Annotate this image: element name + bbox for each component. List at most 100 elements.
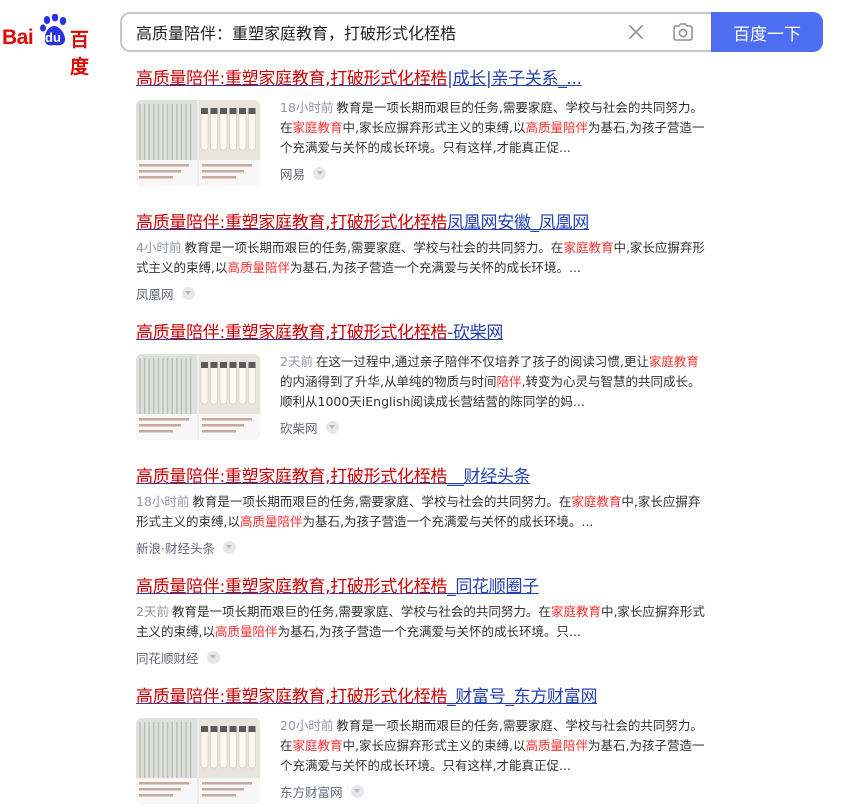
search-result: 高质量陪伴:重塑家庭教育,打破形式化桎梏_同花顺圈子 2天前 教育是一项长期而艰巨的… <box>136 574 706 666</box>
snippet-keyword: 家庭教育 <box>292 120 343 135</box>
logo-text-cn: 百度 <box>70 29 90 78</box>
chevron-down-icon[interactable] <box>181 286 195 300</box>
result-body: 18小时前 教育是一项长期而艰巨的任务,需要家庭、学校与社会的共同努力。在家庭教育… <box>136 98 706 186</box>
snippet-keyword: 家庭教育 <box>292 738 343 753</box>
snippet-text: 中,家长应摒弃形式主义的束缚,以 <box>342 738 526 753</box>
snippet-keyword: 高质量陪伴 <box>227 260 290 275</box>
search-result: 高质量陪伴:重塑家庭教育,打破形式化桎梏-砍柴网 2天前 在这一过程中,通过亲子陪伴… <box>136 320 706 440</box>
result-title-link[interactable]: 高质量陪伴:重塑家庭教育,打破形式化桎梏-砍柴网 <box>136 320 706 346</box>
snippet-text: 为基石,为孩子营造一个充满爱与关怀的成长环境。... <box>290 260 581 275</box>
result-source: 凤凰网 <box>136 284 706 302</box>
result-text: 20小时前 教育是一项长期而艰巨的任务,需要家庭、学校与社会的共同努力。在家庭教育… <box>280 716 706 804</box>
snippet-text: 的内涵得到了升华,从单纯的物质与时间 <box>280 374 497 389</box>
chevron-down-icon[interactable] <box>222 540 236 554</box>
result-text: 18小时前 教育是一项长期而艰巨的任务,需要家庭、学校与社会的共同努力。在家庭教育… <box>136 492 706 556</box>
result-snippet: 18小时前 教育是一项长期而艰巨的任务,需要家庭、学校与社会的共同努力。在家庭教育… <box>136 492 706 532</box>
result-time: 18小时前 <box>280 100 334 115</box>
camera-icon[interactable] <box>672 22 694 42</box>
thumbnail-graphic <box>136 354 260 440</box>
snippet-keyword: 高质量陪伴 <box>214 624 278 639</box>
snippet-keyword: 家庭教育 <box>571 494 622 509</box>
result-body: 2天前 教育是一项长期而艰巨的任务,需要家庭、学校与社会的共同努力。在家庭教育中,… <box>136 602 706 666</box>
result-source: 网易 <box>280 164 706 182</box>
result-title-link[interactable]: 高质量陪伴:重塑家庭教育,打破形式化桎梏__财经头条 <box>136 464 706 490</box>
logo-text-bai: Bai <box>2 26 34 49</box>
result-title-link[interactable]: 高质量陪伴:重塑家庭教育,打破形式化桎梏_财富号_东方财富网 <box>136 684 706 710</box>
result-title-link[interactable]: 高质量陪伴:重塑家庭教育,打破形式化桎梏凤凰网安徽_凤凰网 <box>136 210 706 236</box>
result-source-name[interactable]: 砍柴网 <box>280 418 318 437</box>
result-thumbnail[interactable] <box>136 354 260 440</box>
result-source-name[interactable]: 凤凰网 <box>136 284 174 303</box>
thumbnail-graphic <box>136 718 260 804</box>
search-button[interactable]: 百度一下 <box>711 12 823 52</box>
snippet-keyword: 高质量陪伴 <box>525 120 588 135</box>
snippet-text: 教育是一项长期而艰巨的任务,需要家庭、学校与社会的共同努力。在 <box>184 240 564 255</box>
snippet-text: 为基石,为孩子营造一个充满爱与关怀的成长环境。只... <box>277 624 581 639</box>
result-snippet: 4小时前 教育是一项长期而艰巨的任务,需要家庭、学校与社会的共同努力。在家庭教育中… <box>136 238 706 278</box>
search-box <box>120 12 714 52</box>
result-text: 18小时前 教育是一项长期而艰巨的任务,需要家庭、学校与社会的共同努力。在家庭教育… <box>280 98 706 186</box>
result-title-rest: _财富号_东方财富网 <box>447 687 598 707</box>
snippet-keyword: 家庭教育 <box>563 240 614 255</box>
result-time: 2天前 <box>136 604 169 619</box>
search-input[interactable] <box>136 14 606 50</box>
result-title-highlight: 高质量陪伴:重塑家庭教育,打破形式化桎梏 <box>136 213 448 233</box>
snippet-keyword: 家庭教育 <box>550 604 601 619</box>
close-icon[interactable] <box>628 24 644 40</box>
result-title-link[interactable]: 高质量陪伴:重塑家庭教育,打破形式化桎梏|成长|亲子关系_... <box>136 66 706 92</box>
chevron-down-icon[interactable] <box>325 420 339 434</box>
result-snippet: 2天前 教育是一项长期而艰巨的任务,需要家庭、学校与社会的共同努力。在家庭教育中,… <box>136 602 706 642</box>
snippet-text: 教育是一项长期而艰巨的任务,需要家庭、学校与社会的共同努力。在 <box>192 494 572 509</box>
result-thumbnail[interactable] <box>136 100 260 186</box>
chevron-down-icon[interactable] <box>350 784 364 798</box>
result-title-highlight: 高质量陪伴:重塑家庭教育,打破形式化桎梏 <box>136 687 448 707</box>
search-result: 高质量陪伴:重塑家庭教育,打破形式化桎梏_财富号_东方财富网 20小时前 教育是一项… <box>136 684 706 804</box>
result-title-rest: __财经头条 <box>447 467 531 487</box>
search-result: 高质量陪伴:重塑家庭教育,打破形式化桎梏凤凰网安徽_凤凰网 4小时前 教育是一项长期… <box>136 210 706 302</box>
logo-text-du: du <box>45 30 61 45</box>
search-result: 高质量陪伴:重塑家庭教育,打破形式化桎梏__财经头条 18小时前 教育是一项长期而艰… <box>136 464 706 556</box>
result-body: 18小时前 教育是一项长期而艰巨的任务,需要家庭、学校与社会的共同努力。在家庭教育… <box>136 492 706 556</box>
result-body: 2天前 在这一过程中,通过亲子陪伴不仅培养了孩子的阅读习惯,更让家庭教育的内涵得到… <box>136 352 706 440</box>
snippet-keyword: 家庭教育 <box>648 354 699 369</box>
result-body: 4小时前 教育是一项长期而艰巨的任务,需要家庭、学校与社会的共同努力。在家庭教育中… <box>136 238 706 302</box>
result-source: 新浪·财经头条 <box>136 538 706 556</box>
result-title-link[interactable]: 高质量陪伴:重塑家庭教育,打破形式化桎梏_同花顺圈子 <box>136 574 706 600</box>
snippet-keyword: 陪伴 <box>496 374 522 389</box>
result-title-highlight: 高质量陪伴:重塑家庭教育,打破形式化桎梏 <box>136 577 448 597</box>
result-text: 2天前 在这一过程中,通过亲子陪伴不仅培养了孩子的阅读习惯,更让家庭教育的内涵得到… <box>280 352 706 440</box>
baidu-logo[interactable]: Bai du 百度 <box>2 14 106 78</box>
result-title-highlight: 高质量陪伴:重塑家庭教育,打破形式化桎梏 <box>136 323 448 343</box>
result-source-name[interactable]: 新浪·财经头条 <box>136 538 215 557</box>
result-thumbnail[interactable] <box>136 718 260 804</box>
result-source-name[interactable]: 网易 <box>280 164 305 183</box>
result-title-highlight: 高质量陪伴:重塑家庭教育,打破形式化桎梏 <box>136 467 448 487</box>
chevron-down-icon[interactable] <box>206 650 220 664</box>
result-source: 同花顺财经 <box>136 648 706 666</box>
results-list: 高质量陪伴:重塑家庭教育,打破形式化桎梏|成长|亲子关系_... 18小时前 教育是… <box>136 66 706 810</box>
result-snippet: 20小时前 教育是一项长期而艰巨的任务,需要家庭、学校与社会的共同努力。在家庭教育… <box>280 716 706 776</box>
snippet-text: 教育是一项长期而艰巨的任务,需要家庭、学校与社会的共同努力。在 <box>171 604 551 619</box>
chevron-down-icon[interactable] <box>313 166 327 180</box>
result-time: 20小时前 <box>280 718 334 733</box>
result-body: 20小时前 教育是一项长期而艰巨的任务,需要家庭、学校与社会的共同努力。在家庭教育… <box>136 716 706 804</box>
result-snippet: 18小时前 教育是一项长期而艰巨的任务,需要家庭、学校与社会的共同努力。在家庭教育… <box>280 98 706 158</box>
snippet-text: 为基石,为孩子营造一个充满爱与关怀的成长环境。... <box>302 514 594 529</box>
thumbnail-graphic <box>136 100 260 186</box>
result-title-highlight: 高质量陪伴:重塑家庭教育,打破形式化桎梏 <box>136 69 448 89</box>
result-time: 18小时前 <box>136 494 190 509</box>
snippet-text: 中,家长应摒弃形式主义的束缚,以 <box>342 120 526 135</box>
result-source: 砍柴网 <box>280 418 706 436</box>
result-source: 东方财富网 <box>280 782 706 800</box>
result-title-rest: |成长|亲子关系_... <box>447 69 582 89</box>
snippet-keyword: 高质量陪伴 <box>239 514 303 529</box>
snippet-text: 在这一过程中,通过亲子陪伴不仅培养了孩子的阅读习惯,更让 <box>315 354 649 369</box>
result-time: 2天前 <box>280 354 313 369</box>
result-title-rest: -砍柴网 <box>447 323 504 343</box>
result-time: 4小时前 <box>136 240 182 255</box>
snippet-keyword: 高质量陪伴 <box>525 738 588 753</box>
result-text: 2天前 教育是一项长期而艰巨的任务,需要家庭、学校与社会的共同努力。在家庭教育中,… <box>136 602 706 666</box>
result-text: 4小时前 教育是一项长期而艰巨的任务,需要家庭、学校与社会的共同努力。在家庭教育中… <box>136 238 706 302</box>
result-source-name[interactable]: 同花顺财经 <box>136 648 199 667</box>
result-source-name[interactable]: 东方财富网 <box>280 782 343 801</box>
